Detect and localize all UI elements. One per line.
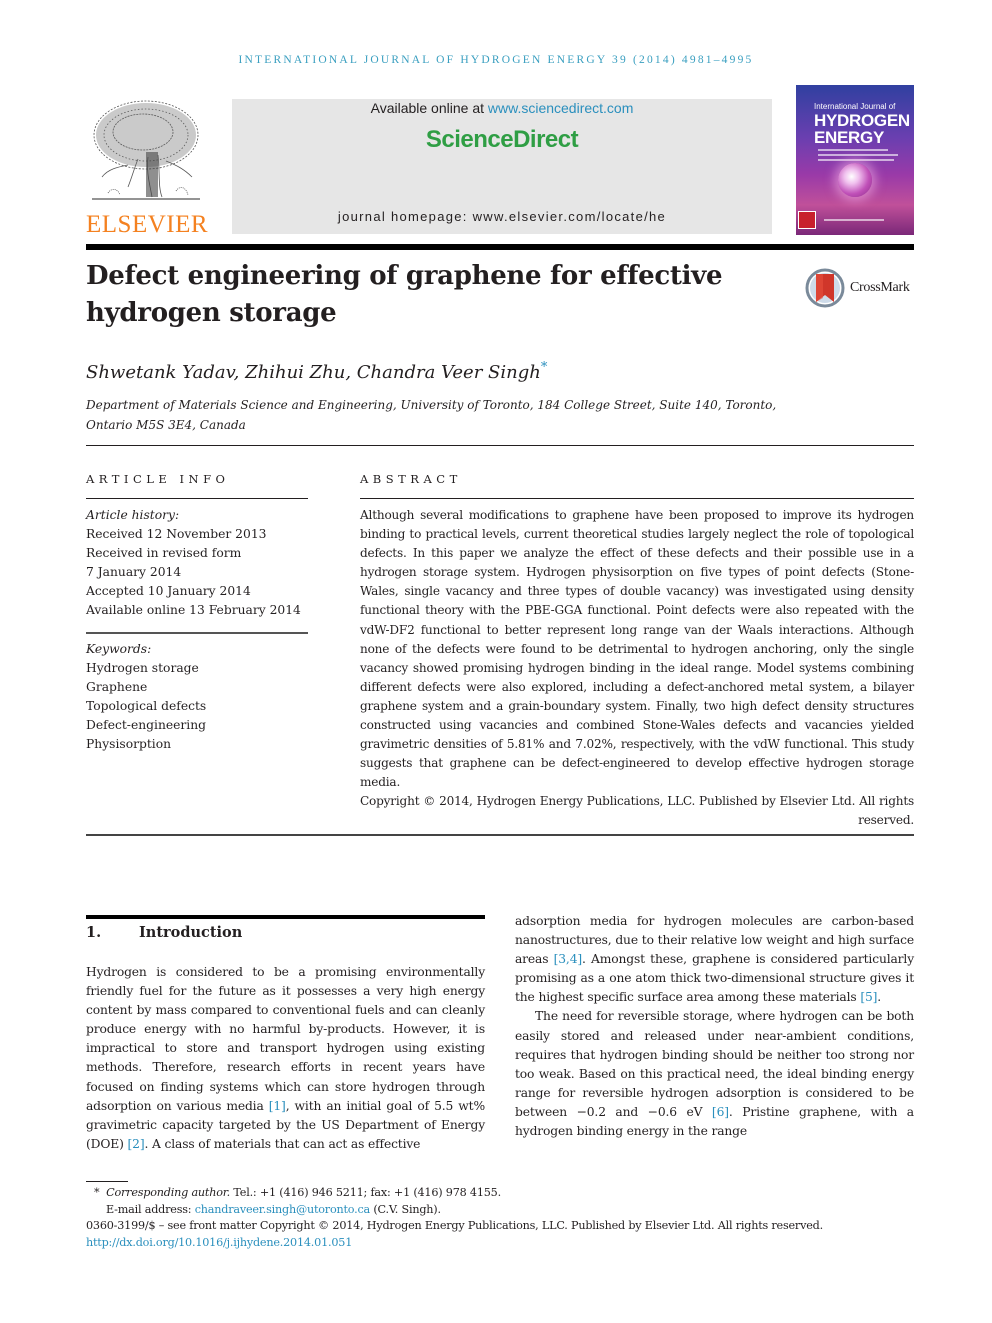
- cover-publisher-badge-icon: [798, 211, 816, 229]
- citation-link[interactable]: [1]: [269, 1099, 286, 1113]
- cover-editor-line: [818, 149, 888, 151]
- footnotes: * Corresponding author. Tel.: +1 (416) 9…: [86, 1185, 916, 1251]
- text-run: .: [877, 990, 882, 1005]
- elsevier-wordmark: ELSEVIER: [86, 211, 209, 238]
- article-info-rule: [86, 498, 308, 499]
- cover-title-big: HYDROGEN ENERGY: [814, 112, 910, 146]
- cover-title-small: International Journal of: [814, 102, 896, 111]
- affiliation-line: Ontario M5S 3E4, Canada: [86, 417, 246, 432]
- article-info-heading: ARTICLE INFO: [86, 472, 230, 486]
- email-link[interactable]: chandraveer.singh@utoronto.ca: [195, 1203, 370, 1216]
- keywords: Keywords: Hydrogen storage Graphene Topo…: [86, 640, 308, 755]
- abstract-rule: [360, 498, 914, 499]
- section-number: 1.: [86, 924, 102, 941]
- journal-homepage[interactable]: journal homepage: www.elsevier.com/locat…: [232, 209, 772, 224]
- cover-footer-line: [824, 219, 884, 221]
- text-run: Hydrogen is considered to be a promising…: [86, 965, 485, 1113]
- cover-title-line2: ENERGY: [814, 128, 884, 147]
- running-head: INTERNATIONAL JOURNAL OF HYDROGEN ENERGY…: [238, 54, 754, 66]
- keywords-label: Keywords:: [86, 642, 152, 656]
- footnote-marker: *: [94, 1186, 100, 1199]
- journal-cover-image[interactable]: International Journal of HYDROGEN ENERGY: [796, 85, 914, 235]
- keyword-item: Graphene: [86, 680, 148, 695]
- paragraph: Hydrogen is considered to be a promising…: [86, 963, 485, 1154]
- cover-editor-line: [818, 159, 894, 161]
- crossmark-button[interactable]: CrossMark: [805, 266, 920, 312]
- abstract-copyright: Copyright © 2014, Hydrogen Energy Public…: [360, 794, 914, 828]
- citation-link[interactable]: [2]: [128, 1137, 145, 1151]
- corresponding-author-link[interactable]: *: [541, 360, 548, 375]
- title-block-rule: [86, 445, 914, 446]
- keyword-item: Topological defects: [86, 699, 207, 714]
- issn-line: 0360-3199/$ – see front matter Copyright…: [86, 1219, 823, 1232]
- abstract-text: Although several modifications to graphe…: [360, 508, 914, 790]
- paragraph: The need for reversible storage, where h…: [515, 1007, 914, 1141]
- section-rule: [86, 915, 485, 919]
- cover-editor-line: [818, 154, 898, 156]
- corresponding-label: Corresponding author.: [106, 1186, 231, 1199]
- masthead: ELSEVIER Available online at www.science…: [86, 85, 914, 238]
- abstract-heading: ABSTRACT: [360, 472, 462, 486]
- corresponding-author-note: * Corresponding author. Tel.: +1 (416) 9…: [86, 1185, 916, 1202]
- keyword-item: Defect-engineering: [86, 718, 207, 733]
- email-label: E-mail address:: [106, 1202, 195, 1216]
- article-history-label: Article history:: [86, 508, 180, 522]
- section-title: Introduction: [139, 924, 243, 941]
- keyword-item: Physisorption: [86, 737, 172, 752]
- crossmark-label: CrossMark: [850, 280, 910, 295]
- email-suffix: (C.V. Singh).: [370, 1202, 441, 1216]
- elsevier-logo[interactable]: ELSEVIER: [86, 85, 208, 238]
- text-run: The need for reversible storage, where h…: [515, 1009, 914, 1119]
- affiliation: Department of Materials Science and Engi…: [86, 396, 786, 435]
- section-heading-introduction: 1. Introduction: [86, 924, 242, 941]
- history-item: 7 January 2014: [86, 565, 182, 580]
- contact-info: Tel.: +1 (416) 946 5211; fax: +1 (416) 9…: [230, 1186, 501, 1199]
- front-matter-rule: [86, 834, 914, 836]
- sciencedirect-logo[interactable]: ScienceDirect: [232, 126, 772, 154]
- article-title: Defect engineering of graphene for effec…: [86, 261, 723, 328]
- elsevier-tree-icon: [92, 100, 200, 200]
- keywords-rule: [86, 632, 308, 634]
- masthead-rule: [86, 244, 914, 250]
- article-history: Article history: Received 12 November 20…: [86, 506, 308, 621]
- text-run: . A class of materials that can act as e…: [144, 1136, 421, 1151]
- citation-link[interactable]: [6]: [712, 1105, 729, 1119]
- crossmark-icon: [805, 268, 845, 308]
- available-online-text: Available online at www.sciencedirect.co…: [232, 100, 772, 116]
- history-item: Available online 13 February 2014: [86, 603, 301, 618]
- email-note: E-mail address: chandraveer.singh@utoron…: [86, 1202, 916, 1219]
- affiliation-line: Department of Materials Science and Engi…: [86, 398, 777, 412]
- authors-text: Shwetank Yadav, Zhihui Zhu, Chandra Veer…: [86, 362, 541, 383]
- sciencedirect-link[interactable]: www.sciencedirect.com: [488, 100, 634, 116]
- history-item: Accepted 10 January 2014: [86, 584, 251, 599]
- author-list: Shwetank Yadav, Zhihui Zhu, Chandra Veer…: [86, 360, 547, 383]
- history-item: Received 12 November 2013: [86, 527, 267, 542]
- body-column-left: Hydrogen is considered to be a promising…: [86, 963, 485, 1154]
- doi-link[interactable]: http://dx.doi.org/10.1016/j.ijhydene.201…: [86, 1236, 352, 1249]
- available-prefix: Available online at: [370, 100, 488, 116]
- keyword-item: Hydrogen storage: [86, 661, 199, 676]
- citation-link[interactable]: [5]: [860, 990, 877, 1004]
- paragraph: adsorption media for hydrogen molecules …: [515, 912, 914, 1007]
- body-column-right: adsorption media for hydrogen molecules …: [515, 912, 914, 1141]
- history-item: Received in revised form: [86, 546, 242, 561]
- cover-title-line1: HYDROGEN: [814, 111, 910, 130]
- citation-link[interactable]: [3,4]: [554, 952, 583, 966]
- footnote-rule: [86, 1181, 128, 1182]
- cover-orb-graphic: [838, 163, 872, 197]
- sciencedirect-banner: Available online at www.sciencedirect.co…: [232, 99, 772, 234]
